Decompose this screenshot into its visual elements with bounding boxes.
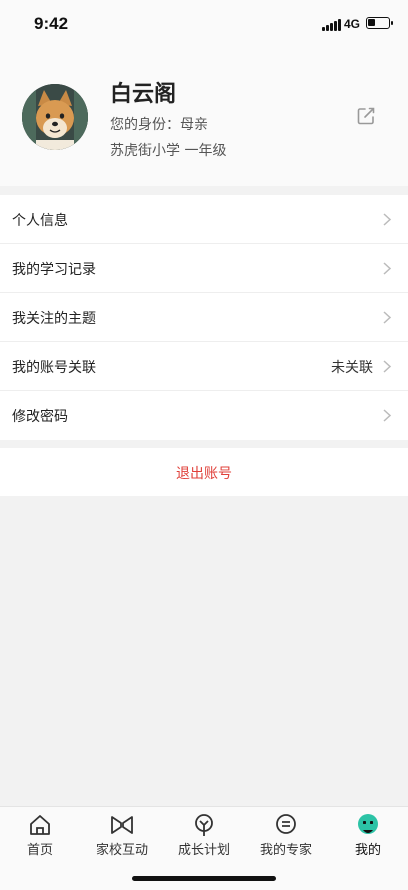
menu-item-label: 个人信息 <box>12 213 68 229</box>
menu-item-account-link[interactable]: 我的账号关联 未关联 <box>0 342 408 391</box>
settings-menu: 个人信息 我的学习记录 我关注的主题 我的账号关联 未关联 修改密码 <box>0 195 408 440</box>
tab-label: 我的 <box>354 843 381 858</box>
status-time: 9:42 <box>34 14 69 33</box>
shiba-dog-avatar-icon <box>22 84 88 150</box>
chat-bubble-icon <box>276 814 296 834</box>
home-icon <box>30 815 50 835</box>
profile-header: 白云阁 您的身份：母亲 苏虎街小学 一年级 <box>0 46 408 186</box>
edit-icon[interactable] <box>356 106 376 126</box>
logout-label: 退出账号 <box>176 466 232 482</box>
chevron-right-icon <box>383 262 392 275</box>
menu-item-label: 修改密码 <box>12 409 68 425</box>
menu-item-label: 我的学习记录 <box>12 262 96 278</box>
menu-item-label: 我关注的主题 <box>12 311 96 327</box>
tab-label: 成长计划 <box>177 843 230 858</box>
network-label: 4G <box>344 17 361 31</box>
avatar[interactable] <box>22 84 88 150</box>
menu-item-followed-topics[interactable]: 我关注的主题 <box>0 293 408 342</box>
bowtie-icon <box>111 816 133 834</box>
logout-button[interactable]: 退出账号 <box>0 448 408 496</box>
menu-item-label: 我的账号关联 <box>12 360 96 376</box>
tab-label: 家校互动 <box>95 843 148 858</box>
profile-role: 您的身份：母亲 <box>110 117 208 133</box>
profile-name: 白云阁 <box>110 82 177 107</box>
signal-icon <box>322 19 342 31</box>
tab-me[interactable]: 我的 <box>328 813 408 859</box>
menu-item-study-records[interactable]: 我的学习记录 <box>0 244 408 293</box>
tab-growth-plan[interactable]: 成长计划 <box>164 813 244 859</box>
profile-school: 苏虎街小学 一年级 <box>110 143 227 159</box>
home-indicator[interactable] <box>132 876 276 881</box>
tab-label: 我的专家 <box>259 843 312 858</box>
menu-item-personal-info[interactable]: 个人信息 <box>0 195 408 244</box>
menu-item-change-password[interactable]: 修改密码 <box>0 391 408 440</box>
chevron-right-icon <box>383 409 392 422</box>
sprout-icon <box>195 814 213 836</box>
battery-level <box>368 19 375 26</box>
chevron-right-icon <box>383 311 392 324</box>
tab-my-experts[interactable]: 我的专家 <box>246 813 326 859</box>
tab-home[interactable]: 首页 <box>0 813 80 859</box>
tab-home-school[interactable]: 家校互动 <box>82 813 162 859</box>
chevron-right-icon <box>383 360 392 373</box>
chevron-right-icon <box>383 213 392 226</box>
status-bar: 9:42 4G <box>0 0 408 46</box>
account-link-status: 未关联 <box>331 360 373 376</box>
smiley-icon <box>358 814 378 834</box>
tab-label: 首页 <box>26 843 53 858</box>
battery-icon <box>366 17 393 29</box>
